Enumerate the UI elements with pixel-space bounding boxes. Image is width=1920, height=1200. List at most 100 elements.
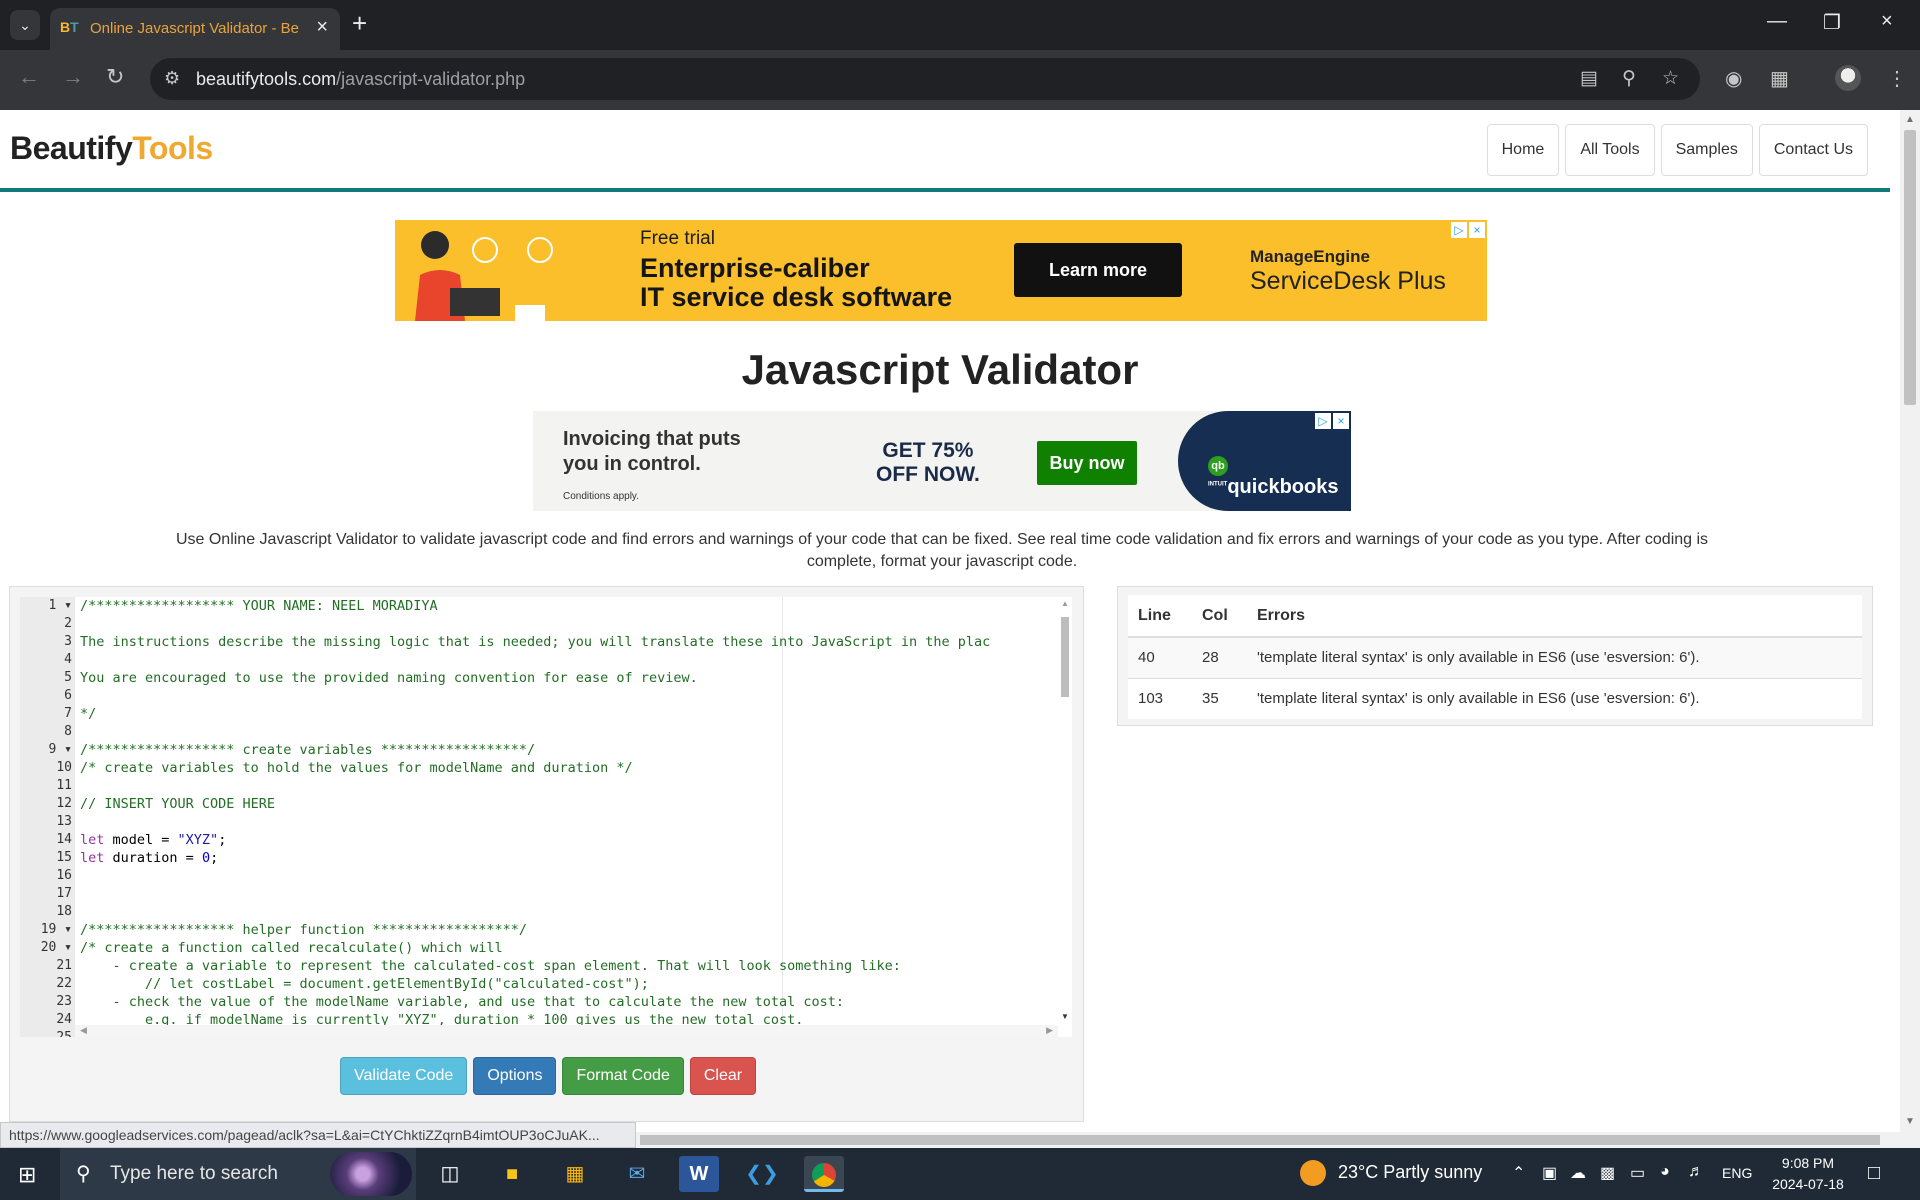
error-row[interactable]: 40 28 'template literal syntax' is only … bbox=[1128, 636, 1862, 678]
word-icon[interactable]: W bbox=[679, 1156, 719, 1192]
ad-banner-manageengine[interactable]: Free trial Enterprise-caliber IT service… bbox=[395, 220, 1487, 321]
code-line[interactable] bbox=[80, 885, 1055, 903]
code-line[interactable] bbox=[80, 867, 1055, 885]
zoom-icon[interactable]: ⚲ bbox=[1622, 67, 1636, 90]
ad-close-icon[interactable]: × bbox=[1333, 413, 1349, 429]
nav-samples[interactable]: Samples bbox=[1660, 124, 1753, 176]
code-line[interactable]: let model = "XYZ"; bbox=[80, 831, 1055, 849]
onedrive-icon[interactable]: ☁ bbox=[1570, 1163, 1586, 1183]
profile-avatar[interactable] bbox=[1835, 65, 1861, 91]
page-scroll-up-icon[interactable]: ▲ bbox=[1905, 114, 1915, 125]
validate-code-button[interactable]: Validate Code bbox=[340, 1057, 468, 1095]
editor-horizontal-scrollbar[interactable]: ◀ ▶ bbox=[75, 1025, 1058, 1037]
code-line[interactable] bbox=[80, 813, 1055, 831]
address-bar[interactable]: ⚙ beautifytools.com/javascript-validator… bbox=[150, 58, 1700, 100]
chrome-icon[interactable] bbox=[804, 1156, 844, 1192]
volume-icon[interactable]: ♬ bbox=[1688, 1163, 1704, 1181]
code-line[interactable] bbox=[80, 615, 1055, 633]
editor-scroll-thumb[interactable] bbox=[1061, 617, 1069, 697]
tab-search-chevron-icon[interactable]: ⌄ bbox=[10, 10, 40, 40]
ad2-choices[interactable]: ▷ × bbox=[1315, 413, 1349, 429]
code-line[interactable]: /****************** helper function ****… bbox=[80, 921, 1055, 939]
forward-arrow-icon[interactable]: → bbox=[62, 64, 84, 90]
scroll-right-icon[interactable]: ▶ bbox=[1046, 1025, 1053, 1036]
file-explorer-icon[interactable]: ■ bbox=[492, 1156, 532, 1192]
ad-choices[interactable]: ▷ × bbox=[1451, 222, 1485, 238]
back-arrow-icon[interactable]: ← bbox=[18, 64, 40, 90]
nav-home[interactable]: Home bbox=[1486, 124, 1560, 176]
code-line[interactable] bbox=[80, 903, 1055, 921]
code-line[interactable]: */ bbox=[80, 705, 1055, 723]
vscode-icon[interactable]: ❮❯ bbox=[742, 1156, 782, 1192]
taskbar-search[interactable]: ⚲ Type here to search bbox=[60, 1148, 416, 1200]
code-line[interactable]: /* create a function called recalculate(… bbox=[80, 939, 1055, 957]
site-logo[interactable]: BeautifyTools bbox=[10, 130, 213, 167]
options-button[interactable]: Options bbox=[473, 1057, 557, 1095]
browser-tab[interactable]: BT Online Javascript Validator - Be × bbox=[50, 8, 340, 50]
minimize-icon[interactable]: — bbox=[1767, 10, 1787, 33]
code-line[interactable]: // let costLabel = document.getElementBy… bbox=[80, 975, 1055, 993]
ad-banner-quickbooks[interactable]: Invoicing that puts you in control. Cond… bbox=[533, 411, 1351, 511]
language-indicator[interactable]: ENG bbox=[1722, 1165, 1752, 1181]
ad-close-icon[interactable]: × bbox=[1469, 222, 1485, 238]
scroll-down-icon[interactable]: ▼ bbox=[1061, 1012, 1069, 1021]
camera-icon[interactable]: ◉ bbox=[1725, 66, 1742, 91]
code-line[interactable]: - check the value of the modelName varia… bbox=[80, 993, 1055, 1011]
page-vertical-scrollbar[interactable]: ▲ ▼ bbox=[1900, 110, 1920, 1132]
code-line[interactable] bbox=[80, 651, 1055, 669]
device-icon[interactable]: ▩ bbox=[1600, 1163, 1615, 1183]
weather-icon[interactable] bbox=[1300, 1160, 1326, 1186]
scroll-left-icon[interactable]: ◀ bbox=[80, 1025, 87, 1036]
code-line[interactable]: The instructions describe the missing lo… bbox=[80, 633, 1055, 651]
url-text[interactable]: beautifytools.com/javascript-validator.p… bbox=[196, 69, 525, 90]
code-line[interactable]: /****************** create variables ***… bbox=[80, 741, 1055, 759]
nav-contact-us[interactable]: Contact Us bbox=[1758, 124, 1868, 176]
clock[interactable]: 9:08 PM 2024-07-18 bbox=[1768, 1153, 1848, 1195]
new-tab-plus-icon[interactable]: + bbox=[352, 8, 367, 39]
bookmark-star-icon[interactable]: ☆ bbox=[1662, 67, 1679, 90]
wifi-icon[interactable]: ◕ bbox=[1660, 1163, 1670, 1181]
adchoices-icon[interactable]: ▷ bbox=[1315, 413, 1331, 429]
ad2-buy-now-button[interactable]: Buy now bbox=[1037, 441, 1137, 485]
nav-all-tools[interactable]: All Tools bbox=[1565, 124, 1655, 176]
code-line[interactable] bbox=[80, 723, 1055, 741]
window-close-icon[interactable]: × bbox=[1881, 10, 1893, 33]
windows-start-icon[interactable]: ⊞ bbox=[18, 1162, 36, 1188]
code-line[interactable]: // INSERT YOUR CODE HERE bbox=[80, 795, 1055, 813]
code-editor[interactable]: 1 ▾ 2 3 4 5 6 7 8 9 ▾ 10 11 12 13 14 15 16… bbox=[20, 597, 1072, 1037]
scroll-up-icon[interactable]: ▲ bbox=[1061, 599, 1069, 608]
code-line[interactable]: - create a variable to represent the cal… bbox=[80, 957, 1055, 975]
tab-close-icon[interactable]: × bbox=[316, 16, 328, 39]
browser-menu-icon[interactable]: ⋮ bbox=[1887, 66, 1907, 91]
weather-text[interactable]: 23°C Partly sunny bbox=[1338, 1162, 1482, 1183]
restore-icon[interactable]: ❐ bbox=[1823, 10, 1841, 35]
eye-off-icon[interactable]: ▤ bbox=[1580, 67, 1598, 90]
code-line[interactable]: /* create variables to hold the values f… bbox=[80, 759, 1055, 777]
reload-icon[interactable]: ↻ bbox=[106, 64, 124, 90]
ad-learn-more-button[interactable]: Learn more bbox=[1014, 243, 1182, 297]
extensions-icon[interactable]: ▦ bbox=[1770, 66, 1789, 91]
clear-button[interactable]: Clear bbox=[689, 1057, 757, 1095]
task-view-icon[interactable]: ◫ bbox=[430, 1156, 470, 1192]
adchoices-icon[interactable]: ▷ bbox=[1451, 222, 1467, 238]
meet-icon[interactable]: ▣ bbox=[1542, 1163, 1557, 1183]
editor-vertical-scrollbar[interactable]: ▲ ▼ bbox=[1058, 597, 1072, 1025]
code-line[interactable]: You are encouraged to use the provided n… bbox=[80, 669, 1055, 687]
code-line[interactable]: e.g. if modelName is currently "XYZ", du… bbox=[80, 1011, 1055, 1025]
mail-icon[interactable]: ✉ bbox=[617, 1156, 657, 1192]
page-hscroll-thumb[interactable] bbox=[640, 1135, 1880, 1145]
store-icon[interactable]: ▦ bbox=[555, 1156, 595, 1192]
error-row[interactable]: 103 35 'template literal syntax' is only… bbox=[1128, 677, 1862, 719]
code-line[interactable]: /****************** YOUR NAME: NEEL MORA… bbox=[80, 597, 1055, 615]
code-line[interactable] bbox=[80, 777, 1055, 795]
page-scroll-thumb[interactable] bbox=[1904, 130, 1916, 405]
tray-chevron-icon[interactable]: ⌃ bbox=[1512, 1163, 1525, 1183]
code-line[interactable]: let duration = 0; bbox=[80, 849, 1055, 867]
battery-icon[interactable]: ▭ bbox=[1630, 1163, 1645, 1183]
code-content[interactable]: /****************** YOUR NAME: NEEL MORA… bbox=[80, 597, 1055, 1025]
code-line[interactable] bbox=[80, 687, 1055, 705]
notifications-icon[interactable]: □ bbox=[1868, 1162, 1880, 1185]
format-code-button[interactable]: Format Code bbox=[562, 1057, 684, 1095]
site-info-icon[interactable]: ⚙ bbox=[164, 68, 180, 89]
page-scroll-down-icon[interactable]: ▼ bbox=[1905, 1116, 1915, 1127]
